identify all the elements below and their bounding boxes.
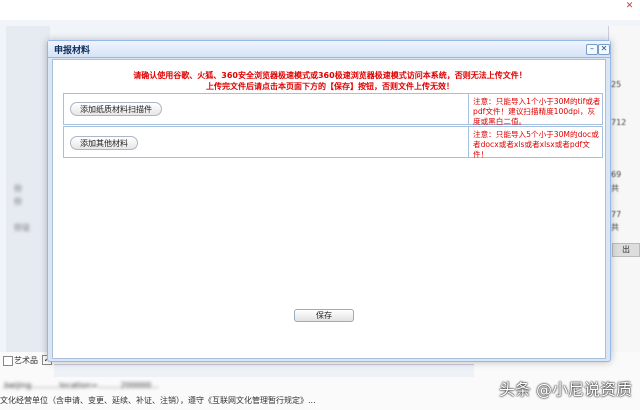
page-close-icon[interactable]: ✕: [625, 2, 634, 11]
dialog-body: 请确认使用谷歌、火狐、360安全浏览器极速模式或360极速浏览器极速模式访问本系…: [52, 59, 606, 359]
background-value: 77: [611, 210, 622, 219]
save-warning-text: 上传完文件后请点击本页面下方的【保存】按钮，否则文件上传无效！: [206, 82, 454, 91]
background-value: 25: [611, 80, 622, 89]
background-left-column: [6, 26, 50, 356]
art-label: 艺术品: [14, 356, 38, 365]
browser-warning-text: 请确认使用谷歌、火狐、360安全浏览器极速模式或360极速浏览器极速模式访问本系…: [133, 71, 527, 80]
background-value: 共: [611, 184, 619, 193]
dialog-title: 申报材料: [54, 46, 91, 56]
close-icon[interactable]: ✕: [598, 44, 610, 55]
upload-row-scanned: 添加纸质材料扫描件 注意：只能导入1个小于30M的tif或者pdf文件！建议扫描…: [63, 93, 603, 126]
background-label: 份证: [14, 223, 30, 232]
row-divider: [468, 127, 469, 157]
background-button[interactable]: 出: [612, 243, 640, 257]
watermark-text: 头条 @小尼说资质: [498, 380, 632, 399]
browser-top-bar: ✕: [0, 0, 640, 14]
scanned-upload-note: 注意：只能导入1个小于30M的tif或者pdf文件！建议扫描精度100dpi，灰…: [473, 97, 601, 126]
art-checkbox[interactable]: [3, 356, 13, 366]
background-table-header: [54, 364, 474, 377]
declaration-materials-dialog: 申报材料 – ✕ 请确认使用谷歌、火狐、360安全浏览器极速模式或360极速浏览…: [47, 40, 611, 362]
add-other-materials-button[interactable]: 添加其他材料: [70, 136, 138, 150]
background-url-text: .beijing...........location=.........200…: [2, 381, 159, 390]
other-upload-note: 注意：只能导入5个小于30M的doc或者docx或者xls或者xlsx或者pdf…: [473, 130, 599, 159]
background-value: 712: [611, 118, 627, 127]
background-label: 份: [14, 184, 22, 193]
background-value: 共: [611, 223, 619, 232]
background-value: 69: [611, 170, 622, 179]
row-divider: [468, 94, 469, 124]
dialog-header: 申报材料 – ✕: [48, 41, 610, 58]
background-label: 份: [14, 197, 22, 206]
add-scanned-materials-button[interactable]: 添加纸质材料扫描件: [70, 102, 162, 116]
upload-row-other: 添加其他材料 注意：只能导入5个小于30M的doc或者docx或者xls或者xl…: [63, 126, 603, 159]
background-note-text: 文化经营单位（含申请、变更、延续、补证、注销），遵守《互联网文化管理暂行规定》.…: [0, 396, 316, 405]
minimize-icon[interactable]: –: [586, 44, 598, 55]
save-button[interactable]: 保存: [294, 309, 354, 322]
